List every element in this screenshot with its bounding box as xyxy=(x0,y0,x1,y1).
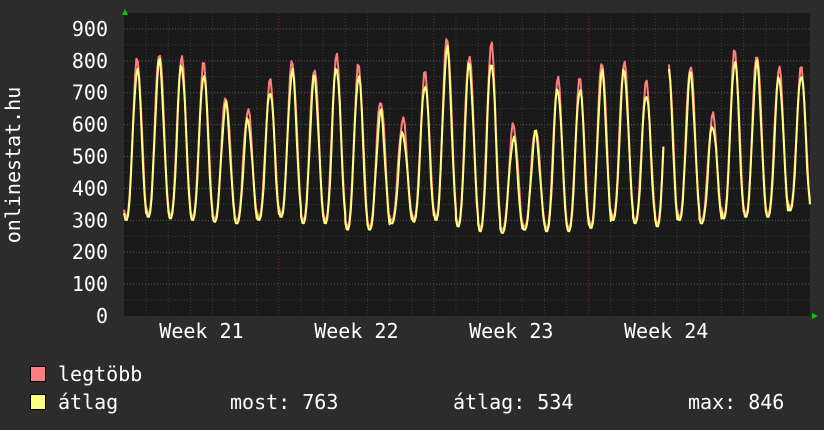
x-tick-label: Week 23 xyxy=(469,319,553,343)
y-tick-label: 700 xyxy=(72,81,108,105)
y-tick-label: 200 xyxy=(72,240,108,264)
y-axis-arrow xyxy=(122,9,128,15)
y-tick-label: 400 xyxy=(72,176,108,200)
y-tick-label: 100 xyxy=(72,272,108,296)
y-tick-label: 0 xyxy=(96,304,108,328)
x-tick-label: Week 21 xyxy=(159,319,243,343)
y-tick-labels: 0 100 200 300 400 500 600 700 800 900 xyxy=(72,17,108,328)
y-tick-label: 500 xyxy=(72,145,108,169)
x-axis-arrow xyxy=(812,313,818,319)
x-tick-label: Week 24 xyxy=(624,319,708,343)
legend-avg: átlag xyxy=(30,390,118,414)
legend-max-label: legtöbb xyxy=(58,362,143,386)
y-tick-label: 600 xyxy=(72,113,108,137)
legend-max: legtöbb xyxy=(30,362,142,386)
x-tick-labels: Week 21 Week 22 Week 23 Week 24 xyxy=(159,319,708,343)
y-tick-label: 800 xyxy=(72,49,108,73)
stat-maximum: max: 846 xyxy=(688,390,785,414)
stat-average: átlag: 534 xyxy=(453,390,574,414)
x-tick-label: Week 22 xyxy=(314,319,398,343)
y-axis-label: onlinestat.hu xyxy=(1,87,25,244)
stat-current: most: 763 xyxy=(230,390,339,414)
legend-max-swatch xyxy=(30,366,46,382)
legend-avg-swatch xyxy=(30,394,46,410)
legend-avg-label: átlag xyxy=(58,390,119,414)
y-tick-label: 300 xyxy=(72,208,108,232)
y-tick-label: 900 xyxy=(72,17,108,41)
